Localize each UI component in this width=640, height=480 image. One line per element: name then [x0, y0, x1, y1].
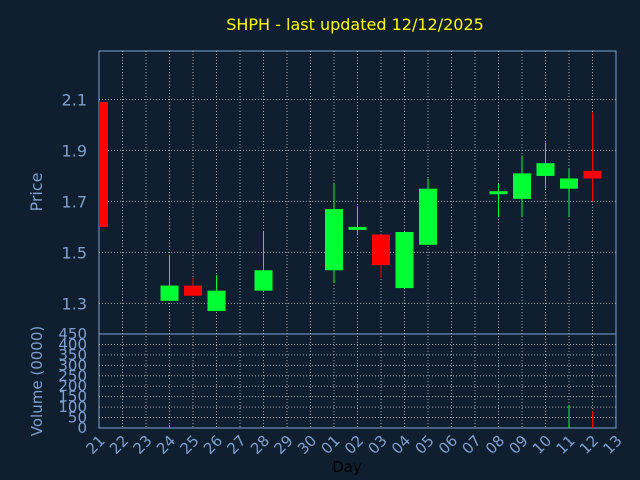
y-axis-label-volume: Volume (0000)	[28, 326, 46, 436]
candle-body	[325, 209, 343, 271]
candle-body	[536, 163, 555, 176]
price-tick-label: 1.9	[62, 141, 87, 160]
stock-chart: SHPH - last updated 12/12/2025 2.1 1.9 1.7…	[0, 0, 640, 480]
candle-body	[348, 226, 367, 230]
volume-tick-label: 0	[77, 419, 87, 437]
y-axis-label-price: Price	[27, 172, 46, 211]
candle-body	[419, 188, 437, 245]
price-tick-label: 1.7	[62, 192, 87, 211]
candle-body	[489, 191, 508, 195]
price-tick-label: 1.3	[62, 294, 87, 313]
x-axis-label: Day	[332, 458, 362, 476]
candle-body	[254, 270, 273, 291]
candle-body	[560, 178, 578, 189]
candle-body	[513, 173, 531, 199]
candle-body	[99, 101, 108, 227]
price-tick-label: 1.5	[62, 243, 87, 262]
candle-body	[583, 170, 602, 179]
chart-background	[0, 0, 640, 480]
candle-body	[207, 290, 226, 312]
chart-title: SHPH - last updated 12/12/2025	[226, 15, 484, 34]
price-tick-label: 2.1	[62, 90, 87, 109]
candle-body	[160, 285, 179, 301]
candle-body	[184, 285, 202, 296]
x-axis-ticks: 2122232425262728293001020304050607080910…	[82, 432, 625, 458]
candle-body	[372, 234, 390, 266]
candle-body	[395, 232, 414, 289]
